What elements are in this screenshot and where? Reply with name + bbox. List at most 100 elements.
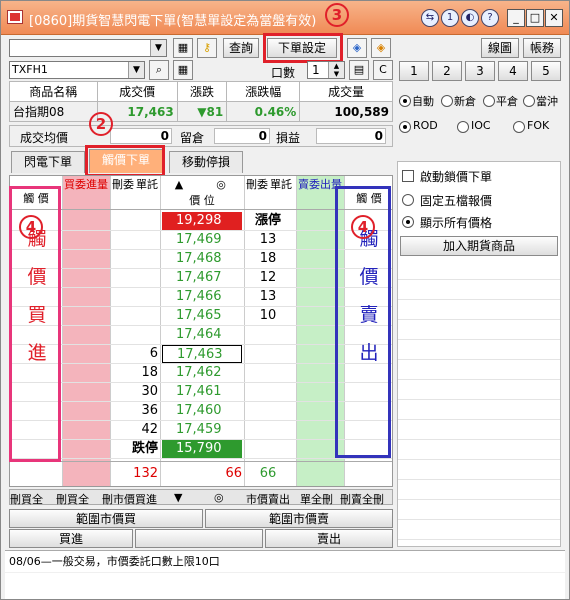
position-label: 留倉 — [180, 131, 205, 145]
radio-position-0[interactable] — [399, 95, 411, 107]
up-arrow-icon[interactable]: ▲ — [164, 178, 194, 192]
center-bottom-icon[interactable]: ◎ — [214, 491, 224, 504]
total-buy: 132 — [133, 466, 158, 481]
symbol-select[interactable]: TXFH1 ▼ — [9, 61, 145, 79]
qty-preset-4[interactable]: 4 — [498, 61, 528, 81]
ask-qty-cell: 18 — [259, 251, 277, 266]
ask-qty-cell: 13 — [259, 232, 277, 247]
avg-price-label: 成交均價 — [20, 131, 69, 145]
ask-qty-cell: 10 — [259, 308, 277, 323]
price-cell[interactable]: 17,463 — [162, 345, 242, 363]
buy-button[interactable]: 買進 — [9, 529, 133, 548]
del-sell-button[interactable]: 刪賣全刪 — [340, 491, 384, 507]
query-button[interactable]: 查詢 — [223, 38, 259, 58]
radio-position-2[interactable] — [483, 95, 495, 107]
qty-label: 口數 — [271, 66, 296, 80]
fixed-five-label: 固定五檔報價 — [420, 194, 493, 208]
header-order-count: 單託 — [136, 178, 158, 191]
radio-position-1[interactable] — [441, 95, 453, 107]
highlight-order-settings — [263, 33, 343, 63]
down-arrow-icon[interactable]: ▼ — [174, 491, 182, 504]
header-buy-qty: 進量 — [86, 178, 108, 191]
log-area — [5, 573, 565, 599]
status-bar: 08/06—一般交易，市價委託口數上限10口 — [5, 550, 565, 572]
price-cell[interactable]: 17,460 — [162, 402, 242, 420]
sell-button[interactable]: 賣出 — [265, 529, 393, 548]
help-icon[interactable]: ? — [481, 9, 499, 27]
del-buy-order-button[interactable]: 刪買全 — [56, 491, 102, 507]
blank-middle-button[interactable] — [135, 529, 263, 548]
header-sell-order: 賣委 — [298, 178, 320, 191]
product-list[interactable] — [398, 260, 560, 546]
del-sell-all-button[interactable]: 單全刪 — [300, 491, 333, 507]
header-delete-2: 刪委 — [246, 178, 268, 191]
price-cell[interactable]: 17,467 — [162, 269, 242, 287]
price-cell[interactable]: 17,462 — [162, 364, 242, 382]
price-cell[interactable]: 17,466 — [162, 288, 242, 306]
key-icon[interactable]: ⚷ — [197, 38, 217, 58]
radio-position-label: 新倉 — [454, 95, 476, 108]
price-cell[interactable]: 17,461 — [162, 383, 242, 401]
radio-order-type-2[interactable] — [513, 121, 525, 133]
price-cell[interactable]: 17,469 — [162, 231, 242, 249]
tab-trailing-stop[interactable]: 移動停損 — [169, 151, 243, 173]
qty-preset-1[interactable]: 1 — [399, 61, 429, 81]
chart-button[interactable]: 線圖 — [481, 38, 519, 58]
settings-icon[interactable]: ◐ — [461, 9, 479, 27]
bottom-action-bar: 刪買全 刪買全 刪市價買進 ▼ ◎ 市價賣出 單全刪 刪賣全刪 — [9, 489, 393, 507]
account-select[interactable]: ▼ — [9, 39, 167, 57]
price-cell[interactable]: 17,464 — [162, 326, 242, 344]
center-icon[interactable]: ◎ — [206, 178, 236, 192]
diamond-orange-icon[interactable]: ◈ — [371, 38, 391, 58]
fixed-five-radio[interactable] — [402, 194, 414, 206]
del-market-buy-button[interactable]: 刪市價買進 — [102, 491, 168, 507]
qty-preset-3[interactable]: 3 — [465, 61, 495, 81]
radio-position-label: 自動 — [412, 95, 434, 108]
del-buy-all-button[interactable]: 刪買全 — [10, 491, 56, 507]
product-list-icon[interactable]: ▦ — [173, 60, 193, 80]
header-price: 價 位 — [189, 194, 215, 207]
header-change-pct: 漲跌幅 — [226, 81, 301, 102]
market-sell-label[interactable]: 市價賣出 — [246, 491, 290, 507]
account-button[interactable]: 帳務 — [523, 38, 561, 58]
avg-price-value: 0 — [110, 128, 172, 144]
price-cell[interactable]: 15,790 — [162, 440, 242, 458]
bid-qty-cell: 6 — [149, 346, 158, 361]
qty-preset-2[interactable]: 2 — [432, 61, 462, 81]
header-change: 漲跌 — [176, 81, 228, 102]
price-cell[interactable]: 17,465 — [162, 307, 242, 325]
chevron-down-icon: ▼ — [128, 62, 144, 78]
volume: 100,589 — [299, 101, 393, 122]
link-icon[interactable]: ⇆ — [421, 9, 439, 27]
add-product-button[interactable]: 加入期貨商品 — [400, 236, 558, 256]
price-cell[interactable]: 17,468 — [162, 250, 242, 268]
diamond-icon[interactable]: ◈ — [347, 38, 367, 58]
price-cell[interactable]: 17,459 — [162, 421, 242, 439]
close-button[interactable]: ✕ — [545, 9, 563, 27]
annotation-4-left: 4 — [19, 215, 43, 239]
tab-lightning-order[interactable]: 閃電下單 — [11, 151, 85, 173]
info-icon[interactable]: 1 — [441, 9, 459, 27]
header-product: 商品名稱 — [9, 81, 98, 102]
ask-qty-cell: 13 — [259, 289, 277, 304]
range-market-sell-button[interactable]: 範圍市價賣 — [205, 509, 393, 528]
clear-qty-button[interactable]: C — [373, 60, 393, 80]
qty-stepper[interactable]: 1 ▲ ▼ — [307, 61, 345, 79]
radio-position-3[interactable] — [523, 95, 535, 107]
maximize-button[interactable]: □ — [526, 9, 544, 27]
header-delete: 刪委 — [112, 178, 134, 191]
minimize-button[interactable]: _ — [507, 9, 525, 27]
price-change: ▼81 — [176, 101, 228, 122]
range-market-buy-button[interactable]: 範圍市價買 — [9, 509, 203, 528]
account-picker-icon[interactable]: ▦ — [173, 38, 193, 58]
enable-stop-checkbox[interactable] — [402, 170, 414, 182]
qty-preset-5[interactable]: 5 — [531, 61, 561, 81]
radio-order-type-1[interactable] — [457, 121, 469, 133]
quote-table: 商品名稱 成交價 漲跌 漲跌幅 成交量 台指期08 17,463 ▼81 0.4… — [9, 81, 393, 122]
search-icon[interactable]: ⌕ — [149, 60, 169, 80]
radio-order-type-0[interactable] — [399, 121, 411, 133]
show-all-radio[interactable] — [402, 216, 414, 228]
calculator-icon[interactable]: ▤ — [349, 60, 369, 80]
bid-qty-cell: 36 — [141, 403, 158, 418]
price-cell[interactable]: 19,298 — [162, 212, 242, 230]
